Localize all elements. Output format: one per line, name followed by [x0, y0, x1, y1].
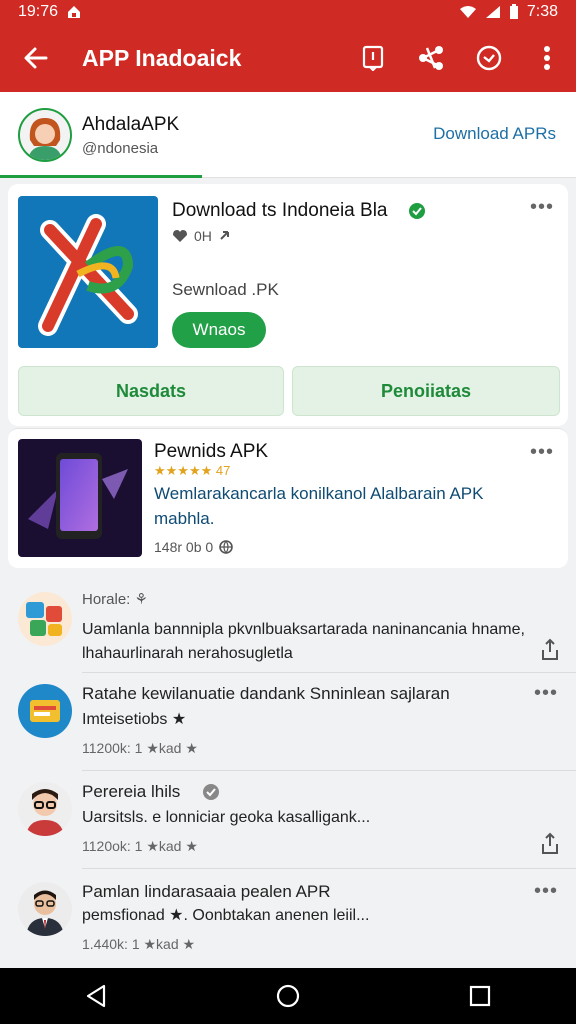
nav-back-button[interactable] [56, 968, 136, 1024]
featured-pill-button[interactable]: Wnaos [172, 312, 266, 348]
profile-avatar[interactable] [18, 108, 72, 162]
post-avatar[interactable] [18, 882, 72, 936]
share-icon [419, 46, 443, 70]
post-meta: 1.440k: 1 ★kad ★ [82, 936, 196, 952]
profile-header: AhdalaAPK @ndonesia Download APRs [0, 92, 576, 178]
globe-icon [219, 540, 233, 554]
post-avatar[interactable] [18, 782, 72, 836]
post-avatar[interactable] [18, 592, 72, 646]
home-notification-icon [68, 6, 81, 18]
post-divider [82, 868, 576, 869]
profile-name: AhdalaAPK [82, 114, 180, 135]
featured-title: Download ts Indoneia Bla [172, 200, 388, 221]
share-up-icon[interactable] [540, 638, 560, 662]
post-divider [82, 770, 576, 771]
post-item[interactable]: Horale: ⚘ Uamlanla bannnipla pkvnlbuaksa… [0, 586, 576, 670]
featured-more-button[interactable]: ••• [530, 196, 554, 219]
post-item[interactable]: Pamlan lindarasaaia pealen APR pemsfiona… [0, 874, 576, 966]
app-item-rating: ★★★★★ 47 [154, 463, 231, 478]
app-item-card[interactable]: Pewnids APK ••• ★★★★★ 47 Wemlarakancarla… [8, 428, 568, 568]
featured-meta-count: 0H [194, 228, 212, 244]
status-time-left: 19:76 [18, 3, 59, 20]
tab-indicator [0, 175, 202, 178]
featured-card[interactable]: Download ts Indoneia Bla ••• 0H Sewnload… [8, 184, 568, 426]
app-icon [18, 196, 158, 348]
app-item-meta-text: 148r 0b 0 [154, 539, 214, 555]
clock-icon [476, 45, 502, 71]
featured-left-button[interactable]: Nasdats [18, 366, 284, 416]
system-nav-bar [0, 968, 576, 1024]
arrow-small-icon [220, 231, 229, 240]
back-button[interactable] [0, 24, 72, 92]
share-button[interactable] [402, 24, 460, 92]
post-more-button[interactable]: ••• [534, 880, 558, 903]
download-link[interactable]: Download APRs [433, 124, 556, 144]
post-body: Uamlanla bannnipla pkvnlbuaksartarada na… [82, 621, 525, 662]
post-title: Horale: ⚘ [82, 591, 148, 608]
post-body: Uarsitsls. e lonniciar geoka kasalligank… [82, 809, 371, 826]
post-title: Pamlan lindarasaaia pealen APR [82, 882, 331, 901]
history-button[interactable] [460, 24, 518, 92]
featured-subtitle: Sewnload .PK [172, 280, 279, 299]
app-collage-icon [26, 602, 62, 636]
verified-icon [203, 784, 219, 800]
post-body: pemsfionad ★. Oonbtakan anenen leiil... [82, 907, 370, 924]
nav-recents-button[interactable] [440, 968, 520, 1024]
man-suit-icon [26, 890, 64, 936]
signal-icon [485, 6, 500, 18]
status-bar: 19:76 7:38 [0, 0, 576, 24]
post-meta: 1120ok: 1 ★kad ★ [82, 838, 198, 854]
bookmark-button[interactable] [344, 24, 402, 92]
featured-meta: 0H [172, 228, 232, 244]
profile-handle: @ndonesia [82, 140, 159, 157]
nav-recents-icon [469, 985, 491, 1007]
app-thumbnail [18, 439, 142, 557]
post-item[interactable]: Perereia lhils Uarsitsls. e lonniciar ge… [0, 776, 576, 868]
more-vert-icon [544, 46, 550, 70]
nav-home-icon [276, 984, 300, 1008]
app-bar-title: APP Inadoaick [82, 44, 242, 71]
app-item-more-button[interactable]: ••• [530, 441, 554, 464]
post-divider [82, 672, 576, 673]
folder-app-icon [30, 700, 60, 722]
post-body: Imteisetiobs ★ [82, 711, 187, 728]
heart-icon [173, 230, 187, 242]
nav-home-button[interactable] [248, 968, 328, 1024]
overflow-menu-button[interactable] [518, 24, 576, 92]
phone-image-icon [28, 453, 128, 539]
app-bar: APP Inadoaick [0, 24, 576, 92]
nav-back-icon [86, 984, 106, 1008]
app-item-title: Pewnids APK [154, 441, 269, 462]
app-item-meta: 148r 0b 0 [154, 539, 233, 555]
post-avatar[interactable] [18, 684, 72, 738]
person-glasses-icon [26, 789, 64, 836]
featured-right-button[interactable]: Penoiiatas [292, 366, 560, 416]
apk-logo-icon [38, 214, 138, 336]
share-up-icon[interactable] [540, 832, 560, 856]
woman-avatar-icon [20, 110, 70, 160]
post-more-button[interactable]: ••• [534, 682, 558, 705]
bookmark-icon [362, 45, 384, 71]
back-arrow-icon [24, 47, 48, 69]
post-title: Ratahe kewilanuatie dandank Snninlean sa… [82, 684, 450, 703]
post-title: Perereia lhils [82, 782, 181, 801]
battery-icon [509, 4, 518, 19]
post-meta: 11200k: 1 ★kad ★ [82, 740, 198, 756]
verified-icon [409, 203, 425, 219]
status-time-right: 7:38 [526, 3, 558, 20]
wifi-icon [459, 6, 476, 18]
app-item-description: Wemlarakancarla konilkanol Alalbarain AP… [154, 484, 484, 528]
post-item[interactable]: Ratahe kewilanuatie dandank Snninlean sa… [0, 676, 576, 770]
